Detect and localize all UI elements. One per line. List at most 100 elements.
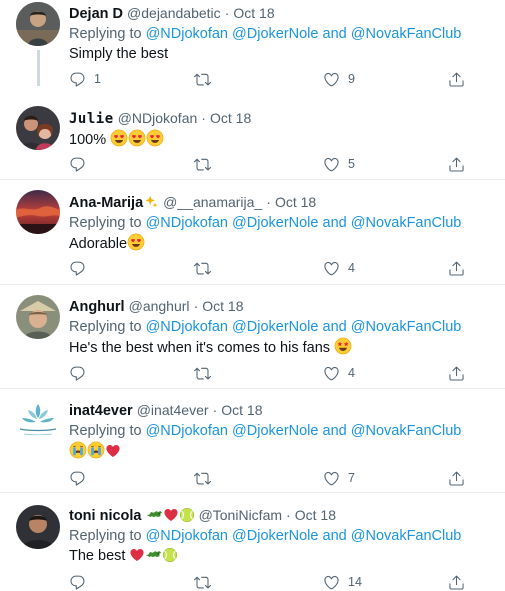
replying-label: Replying to bbox=[69, 423, 142, 439]
share-button[interactable] bbox=[448, 70, 465, 88]
mention-link[interactable]: @NDjokofan bbox=[146, 423, 228, 439]
like-icon bbox=[323, 156, 340, 173]
author-handle[interactable]: @NDjokofan bbox=[118, 110, 198, 126]
mention-link[interactable]: and bbox=[323, 528, 347, 544]
mention-link[interactable]: @DjokerNole bbox=[232, 26, 318, 42]
share-button[interactable] bbox=[448, 259, 465, 277]
reply-button[interactable] bbox=[69, 573, 94, 591]
like-button[interactable]: 5 bbox=[323, 155, 355, 173]
reply-count: 1 bbox=[94, 72, 101, 86]
mention-link[interactable]: @DjokerNole bbox=[232, 319, 318, 335]
separator-dot: · bbox=[193, 298, 199, 314]
like-button[interactable]: 14 bbox=[323, 573, 362, 591]
timestamp[interactable]: Oct 18 bbox=[233, 5, 274, 21]
tweet[interactable]: Dejan D @dejandabetic · Oct 18 Replying … bbox=[0, 0, 505, 103]
tweet[interactable]: toni nicola @ToniNicfam · Oct 18 Replyin… bbox=[0, 493, 505, 590]
mention-link[interactable]: @DjokerNole bbox=[232, 423, 318, 439]
author-handle[interactable]: @inat4ever bbox=[137, 402, 209, 418]
separator-dot: · bbox=[286, 507, 291, 523]
mention-link[interactable]: and bbox=[323, 26, 347, 42]
crocodile-icon bbox=[145, 546, 162, 563]
like-button[interactable]: 7 bbox=[323, 469, 355, 487]
reply-button[interactable] bbox=[69, 364, 94, 382]
tennis-ball-icon bbox=[179, 507, 195, 523]
retweet-button[interactable] bbox=[194, 469, 219, 487]
author-name[interactable]: Anghurl bbox=[69, 299, 125, 315]
share-icon bbox=[448, 260, 465, 277]
red-heart-icon bbox=[129, 547, 145, 563]
avatar[interactable] bbox=[16, 106, 60, 150]
mention-link[interactable]: @DjokerNole bbox=[232, 215, 318, 231]
author-handle[interactable]: @anghurl bbox=[129, 298, 190, 314]
author-name[interactable]: toni nicola bbox=[69, 508, 142, 524]
reply-icon bbox=[69, 260, 86, 277]
share-button[interactable] bbox=[448, 364, 465, 382]
timestamp[interactable]: Oct 18 bbox=[202, 298, 243, 314]
like-button[interactable]: 4 bbox=[323, 364, 355, 382]
tweet[interactable]: Anghurl @anghurl · Oct 18 Replying to @N… bbox=[0, 285, 505, 389]
replying-to: Replying to @NDjokofan @DjokerNole and @… bbox=[69, 213, 493, 233]
reply-button[interactable] bbox=[69, 469, 94, 487]
retweet-icon bbox=[194, 470, 211, 487]
reply-icon bbox=[69, 365, 86, 382]
timestamp[interactable]: Oct 18 bbox=[210, 110, 251, 126]
share-button[interactable] bbox=[448, 469, 465, 487]
tweet[interactable]: inat4ever @inat4ever · Oct 18 Replying t… bbox=[0, 389, 505, 493]
reply-button[interactable] bbox=[69, 259, 94, 277]
mention-link[interactable]: @NovakFanClub bbox=[351, 26, 462, 42]
timestamp[interactable]: Oct 18 bbox=[295, 507, 336, 523]
share-button[interactable] bbox=[448, 573, 465, 591]
author-name[interactable]: inat4ever bbox=[69, 403, 133, 419]
reply-icon bbox=[69, 574, 86, 591]
tweet[interactable]: Julie @NDjokofan · Oct 18 100% 5 bbox=[0, 103, 505, 180]
avatar[interactable] bbox=[16, 505, 60, 549]
like-button[interactable]: 9 bbox=[323, 70, 355, 88]
mention-link[interactable]: @NDjokofan bbox=[146, 319, 228, 335]
mention-link[interactable]: @NovakFanClub bbox=[351, 215, 462, 231]
timestamp[interactable]: Oct 18 bbox=[221, 402, 262, 418]
mention-link[interactable]: @NDjokofan bbox=[146, 215, 228, 231]
mention-link[interactable]: @DjokerNole bbox=[232, 528, 318, 544]
reply-button[interactable]: 1 bbox=[69, 70, 101, 88]
replying-to: Replying to @NDjokofan @DjokerNole and @… bbox=[69, 526, 493, 546]
retweet-button[interactable] bbox=[194, 364, 219, 382]
retweet-button[interactable] bbox=[194, 573, 219, 591]
share-button[interactable] bbox=[448, 155, 465, 173]
retweet-button[interactable] bbox=[194, 155, 219, 173]
author-name[interactable]: Ana-Marija bbox=[69, 195, 143, 211]
mention-link[interactable]: @NovakFanClub bbox=[351, 528, 462, 544]
avatar[interactable] bbox=[16, 2, 60, 46]
tweet-text: He's the best when it's comes to his fan… bbox=[69, 340, 331, 356]
retweet-button[interactable] bbox=[194, 259, 219, 277]
separator-dot: · bbox=[212, 402, 218, 418]
avatar[interactable] bbox=[16, 295, 60, 339]
mention-link[interactable]: @NovakFanClub bbox=[351, 423, 462, 439]
retweet-button[interactable] bbox=[194, 70, 219, 88]
avatar[interactable] bbox=[14, 400, 62, 444]
author-name[interactable]: Julie bbox=[69, 111, 114, 127]
reply-button[interactable] bbox=[69, 155, 94, 173]
like-count: 9 bbox=[348, 72, 355, 86]
mention-link[interactable]: and bbox=[323, 215, 347, 231]
like-count: 4 bbox=[348, 366, 355, 380]
mention-link[interactable]: @NovakFanClub bbox=[351, 319, 462, 335]
tweet[interactable]: Ana-Marija @__anamarija_ · Oct 18 Replyi… bbox=[0, 180, 505, 285]
mention-link[interactable]: @NDjokofan bbox=[146, 528, 228, 544]
retweet-icon bbox=[194, 260, 211, 277]
timestamp[interactable]: Oct 18 bbox=[275, 194, 316, 210]
separator-dot: · bbox=[266, 194, 271, 210]
like-button[interactable]: 4 bbox=[323, 259, 355, 277]
heart-eyes-emoji bbox=[127, 233, 145, 251]
author-handle[interactable]: @dejandabetic bbox=[127, 5, 221, 21]
tweet-text: The best bbox=[69, 548, 126, 564]
mention-link[interactable]: @NDjokofan bbox=[146, 26, 228, 42]
mention-link[interactable]: and bbox=[323, 423, 347, 439]
replying-to: Replying to @NDjokofan @DjokerNole and @… bbox=[69, 317, 493, 337]
mention-link[interactable]: and bbox=[323, 319, 347, 335]
author-handle[interactable]: @ToniNicfam bbox=[199, 507, 282, 523]
share-icon bbox=[448, 156, 465, 173]
share-icon bbox=[448, 365, 465, 382]
author-handle[interactable]: @__anamarija_ bbox=[163, 194, 262, 210]
avatar[interactable] bbox=[16, 190, 60, 234]
author-name[interactable]: Dejan D bbox=[69, 6, 123, 22]
